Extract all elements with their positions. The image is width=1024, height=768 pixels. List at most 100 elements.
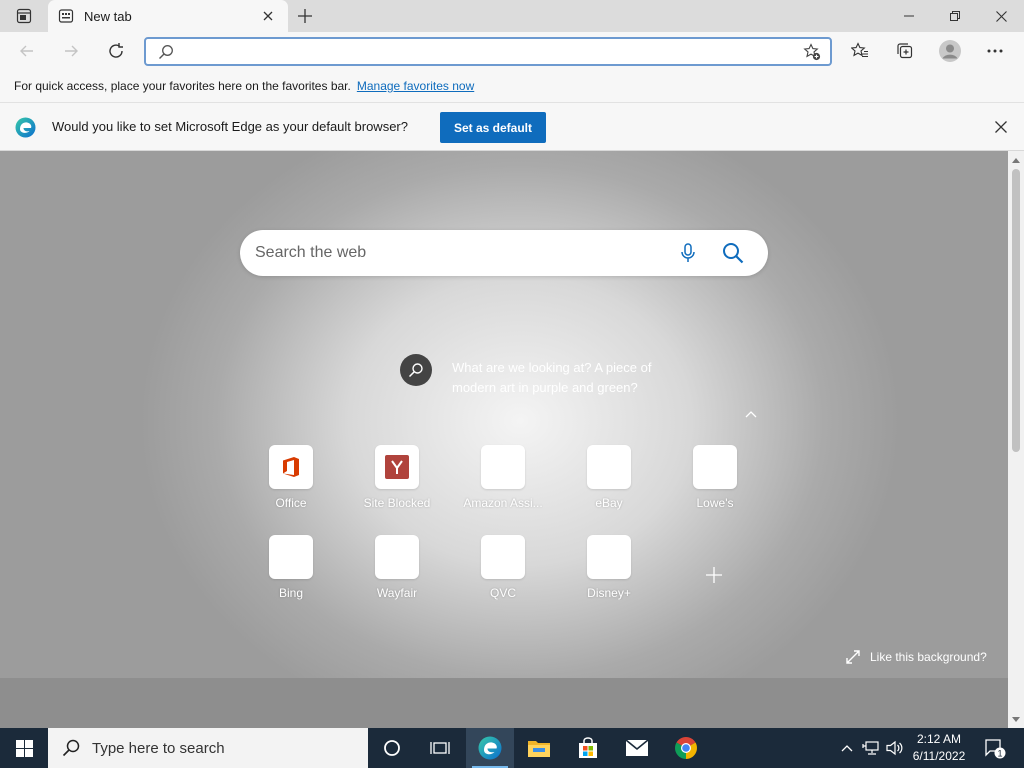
restore-icon: [950, 11, 960, 21]
scroll-down-button[interactable]: [1008, 712, 1024, 726]
taskbar-clock[interactable]: 2:12 AM 6/11/2022: [906, 731, 972, 765]
background-caption[interactable]: What are we looking at? A piece of moder…: [452, 358, 692, 398]
triangle-up-icon: [1012, 157, 1020, 163]
tab-close-button[interactable]: [258, 6, 278, 26]
start-button[interactable]: [0, 728, 48, 768]
action-center-button[interactable]: 1: [980, 728, 1010, 768]
quick-link[interactable]: Disney+: [572, 535, 646, 615]
tab-actions-button[interactable]: [8, 4, 40, 28]
forward-button[interactable]: [56, 36, 86, 66]
volume-button[interactable]: [884, 728, 906, 768]
taskbar-file-explorer-button[interactable]: [515, 728, 563, 768]
close-icon: [995, 10, 1007, 22]
quick-link-tile: [375, 445, 419, 489]
chevron-up-icon: [745, 410, 757, 417]
network-button[interactable]: [860, 728, 882, 768]
web-search-box[interactable]: [240, 230, 768, 276]
windows-logo-icon: [15, 739, 33, 757]
profile-button[interactable]: [935, 36, 965, 66]
scrollbar-thumb[interactable]: [1012, 169, 1020, 452]
magnifier-icon: [408, 363, 423, 378]
quick-link[interactable]: Wayfair: [360, 535, 434, 615]
voice-search-button[interactable]: [676, 241, 700, 265]
banner-message: Would you like to set Microsoft Edge as …: [52, 119, 408, 134]
site-blocked-logo-icon: [385, 455, 409, 479]
banner-close-button[interactable]: [992, 118, 1010, 136]
quick-link-tile: [693, 445, 737, 489]
page-scrollbar[interactable]: [1008, 151, 1024, 728]
collapse-quick-links-button[interactable]: [742, 407, 760, 421]
quick-link-label: Site Blocked: [363, 496, 431, 510]
taskbar-mail-button[interactable]: [613, 728, 661, 768]
new-tab-button[interactable]: [292, 4, 318, 28]
show-hidden-icons-button[interactable]: [838, 728, 856, 768]
cortana-icon: [384, 740, 400, 756]
search-icon: [158, 44, 174, 63]
quick-link-label: Amazon Assi...: [463, 496, 543, 510]
network-icon: [862, 741, 879, 755]
collections-button[interactable]: [890, 36, 920, 66]
web-search-button[interactable]: [720, 240, 746, 266]
mail-icon: [625, 739, 649, 756]
new-tab-page-icon: [58, 8, 74, 24]
quick-link[interactable]: Lowe's: [678, 445, 752, 525]
quick-link-label: QVC: [489, 586, 516, 600]
clock-time: 2:12 AM: [916, 732, 962, 746]
like-background-button[interactable]: Like this background?: [846, 650, 987, 664]
like-background-label: Like this background?: [870, 650, 987, 664]
taskbar-search-placeholder: Type here to search: [92, 739, 225, 757]
address-bar[interactable]: [144, 37, 832, 66]
quick-link[interactable]: Site Blocked: [360, 445, 434, 525]
tab-actions-icon: [16, 8, 32, 24]
minimize-button[interactable]: [886, 0, 932, 32]
quick-link[interactable]: Amazon Assi...: [463, 445, 543, 525]
expand-icon: [846, 650, 860, 664]
quick-link[interactable]: Bing: [254, 535, 328, 615]
scroll-up-button[interactable]: [1008, 153, 1024, 167]
favorites-button[interactable]: [845, 36, 875, 66]
add-favorite-button[interactable]: [802, 43, 822, 61]
refresh-button[interactable]: [101, 36, 131, 66]
file-explorer-icon: [528, 741, 550, 757]
add-quick-link-button[interactable]: [702, 563, 726, 587]
office-logo-icon: [283, 457, 299, 477]
quick-link-label: Bing: [278, 586, 304, 600]
taskbar-search-box[interactable]: Type here to search: [48, 728, 368, 768]
visual-search-button[interactable]: [400, 354, 432, 386]
taskbar-store-button[interactable]: [564, 728, 612, 768]
edge-logo-icon: [15, 117, 36, 138]
cortana-button[interactable]: [368, 728, 416, 768]
volume-icon: [886, 740, 903, 756]
chevron-up-icon: [841, 744, 853, 751]
triangle-down-icon: [1012, 716, 1020, 722]
tab-new-tab[interactable]: New tab: [48, 0, 288, 32]
window-close-button[interactable]: [978, 0, 1024, 32]
favorites-bar: For quick access, place your favorites h…: [0, 70, 1024, 102]
quick-link-tile: [481, 445, 525, 489]
tab-title: New tab: [84, 8, 132, 24]
quick-link-tile: [481, 535, 525, 579]
search-icon: [723, 243, 744, 264]
restore-button[interactable]: [932, 0, 978, 32]
back-button[interactable]: [12, 36, 42, 66]
quick-link[interactable]: QVC: [466, 535, 540, 615]
close-icon: [263, 11, 273, 21]
taskbar-edge-button[interactable]: [466, 728, 514, 768]
arrow-right-icon: [65, 45, 78, 57]
store-icon: [579, 737, 597, 758]
task-view-button[interactable]: [416, 728, 464, 768]
taskbar-chrome-button[interactable]: [662, 728, 710, 768]
set-as-default-button[interactable]: Set as default: [440, 112, 546, 143]
plus-icon: [298, 9, 312, 23]
title-bar: New tab: [0, 0, 1024, 32]
task-view-icon: [430, 742, 450, 754]
quick-link[interactable]: eBay: [572, 445, 646, 525]
settings-menu-button[interactable]: [980, 36, 1010, 66]
favorites-icon: [851, 42, 868, 58]
address-input[interactable]: [182, 42, 782, 61]
star-add-icon: [803, 43, 821, 61]
quick-link[interactable]: Office: [254, 445, 328, 525]
quick-link-tile: [375, 535, 419, 579]
web-search-input[interactable]: [255, 242, 655, 264]
manage-favorites-link[interactable]: Manage favorites now: [357, 79, 474, 93]
